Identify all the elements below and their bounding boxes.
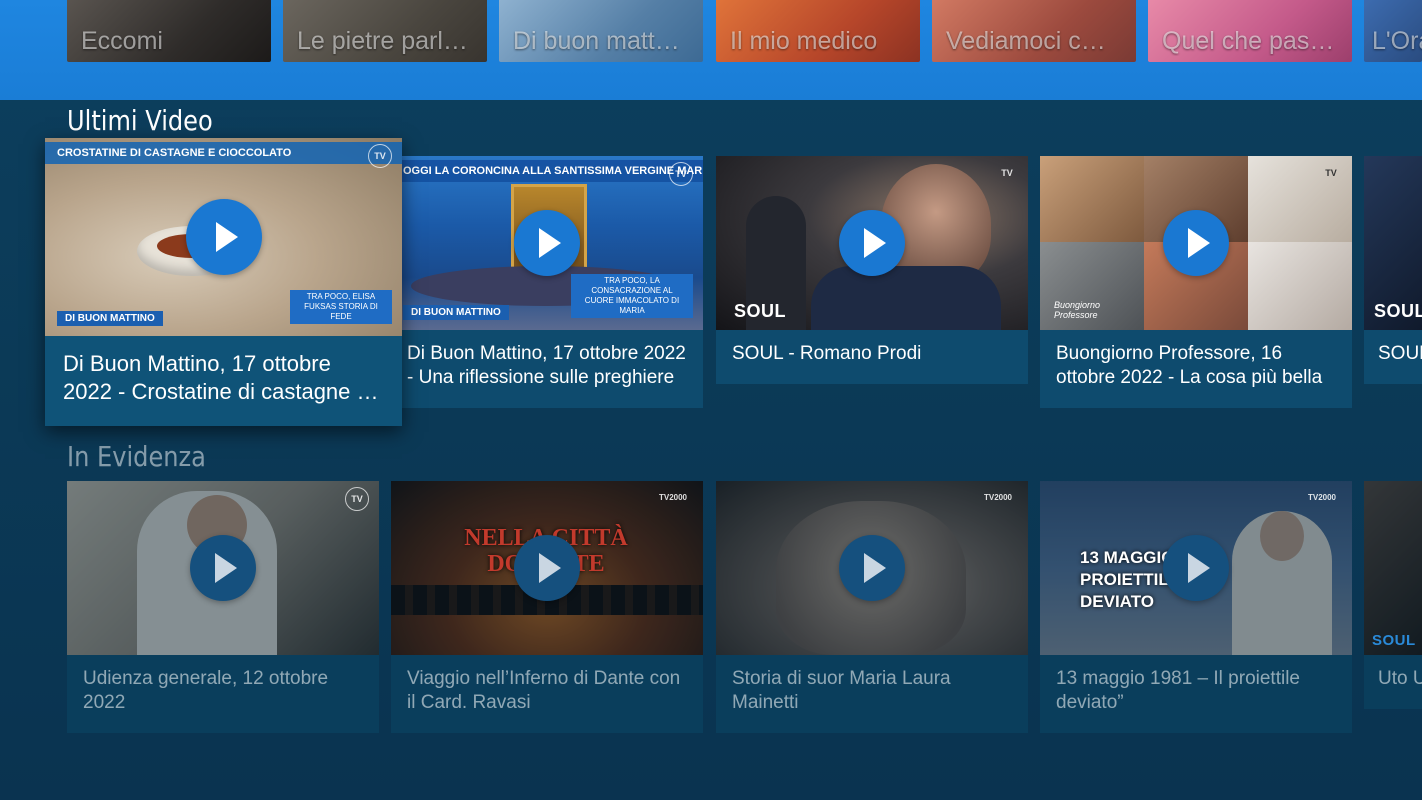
video-card-caption: Di Buon Mattino, 17 ottobre 2022 - Crost… (45, 336, 402, 426)
play-icon[interactable] (514, 535, 580, 601)
video-title: Viaggio nell’Inferno di Dante con il Car… (407, 668, 681, 713)
soul-logo: SOUL (1372, 632, 1416, 649)
tv2000-logo-icon: TV2000 (983, 493, 1013, 502)
play-icon[interactable] (839, 535, 905, 601)
john-paul-ii-image (1232, 511, 1332, 655)
video-call-tile (1248, 242, 1352, 330)
tv2000-logo-icon: TV2000 (658, 493, 688, 502)
video-card-featured-2[interactable]: NELLA CITTÀ DOLENTE TV2000 Viaggio nell’… (391, 481, 703, 733)
video-title: Buongiorno Professore, 16 ottobre 2022 -… (1056, 343, 1323, 388)
show-tile-label: Vediamoci c… (946, 27, 1106, 55)
video-card-caption: Buongiorno Professore, 16 ottobre 2022 -… (1040, 330, 1352, 408)
video-card-caption: SOUL - Romano Prodi (716, 330, 1028, 384)
video-card-latest-3[interactable]: TV SOUL SOUL - Romano Prodi (716, 156, 1028, 384)
show-tile-il-mio-medico[interactable]: Il mio medico (716, 0, 920, 62)
side-tag: TRA POCO, LA CONSACRAZIONE AL CUORE IMMA… (571, 274, 693, 318)
video-card-featured-4[interactable]: 13 MAGGIO PROIETTILE DEVIATO TV2000 13 m… (1040, 481, 1352, 733)
thumbnail-banner: CROSTATINE DI CASTAGNE E CIOCCOLATO (45, 142, 402, 164)
show-tile-vediamoci[interactable]: Vediamoci c… (932, 0, 1136, 62)
section-title-featured: In Evidenza (67, 440, 206, 473)
video-card-caption: Uto U (1364, 655, 1422, 709)
video-card-caption: Di Buon Mattino, 17 ottobre 2022 - Una r… (391, 330, 703, 408)
tv2000-logo-icon: TV (669, 162, 693, 186)
video-call-tile (1040, 156, 1144, 242)
side-tag: TRA POCO, ELISA FUKSAS STORIA DI FEDE (290, 290, 392, 324)
video-thumbnail: TV Buongiorno Professore (1040, 156, 1352, 330)
tv2000-logo-icon: TV (1325, 168, 1337, 178)
video-card-featured-5[interactable]: SOUL Uto U (1364, 481, 1422, 709)
video-card-caption: Viaggio nell’Inferno di Dante con il Car… (391, 655, 703, 733)
video-thumbnail: TV SOUL (716, 156, 1028, 330)
video-title: Udienza generale, 12 ottobre 2022 (83, 668, 329, 713)
show-tile-label: Di buon matt… (513, 27, 680, 55)
video-thumbnail: 13 MAGGIO PROIETTILE DEVIATO TV2000 (1040, 481, 1352, 655)
play-icon[interactable] (839, 210, 905, 276)
video-title: Di Buon Mattino, 17 ottobre 2022 - Crost… (63, 351, 369, 404)
program-tag: DI BUON MATTINO (403, 305, 509, 320)
program-tag: Buongiorno Professore (1054, 300, 1101, 320)
video-card-latest-2[interactable]: OGGI LA CORONCINA ALLA SANTISSIMA VERGIN… (391, 156, 703, 408)
show-tile-le-pietre-parlano[interactable]: Le pietre parl… (283, 0, 487, 62)
show-tile-di-buon-mattino[interactable]: Di buon matt… (499, 0, 703, 62)
tv2000-logo-icon: TV (368, 144, 392, 168)
john-paul-ii-face-image (1260, 511, 1304, 561)
video-title: Storia di suor Maria Laura Mainetti (732, 668, 951, 713)
video-title: SOUL (1378, 343, 1422, 364)
show-tile-quel-che-passa[interactable]: Quel che pas… (1148, 0, 1352, 62)
play-icon[interactable] (185, 199, 262, 275)
video-thumbnail: TV2000 (716, 481, 1028, 655)
section-title-latest: Ultimi Video (67, 104, 213, 137)
tv2000-logo-icon: TV2000 (1307, 493, 1337, 502)
video-card-caption: 13 maggio 1981 – Il proiettile deviato” (1040, 655, 1352, 733)
video-card-caption: Udienza generale, 12 ottobre 2022 (67, 655, 379, 733)
show-tile-eccomi[interactable]: Eccomi (67, 0, 271, 62)
video-thumbnail: SOUL (1364, 156, 1422, 330)
play-icon[interactable] (1163, 210, 1229, 276)
video-card-featured-3[interactable]: TV2000 Storia di suor Maria Laura Mainet… (716, 481, 1028, 733)
tv2000-logo-icon: TV (345, 487, 369, 511)
show-tile-label: Le pietre parl… (297, 27, 468, 55)
video-title: Uto U (1378, 668, 1422, 689)
video-card-latest-4[interactable]: TV Buongiorno Professore Buongiorno Prof… (1040, 156, 1352, 408)
show-tile-label: Quel che pas… (1162, 27, 1335, 55)
video-card-featured-1[interactable]: TV Udienza generale, 12 ottobre 2022 (67, 481, 379, 733)
thumbnail-banner: OGGI LA CORONCINA ALLA SANTISSIMA VERGIN… (391, 160, 703, 182)
show-tile-label: Il mio medico (730, 27, 878, 55)
program-tag: DI BUON MATTINO (57, 311, 163, 326)
show-tile-label: Eccomi (81, 27, 163, 55)
play-icon[interactable] (1163, 535, 1229, 601)
tv2000-logo-icon: TV (1001, 168, 1013, 178)
interviewee-suit-image (811, 266, 1001, 330)
video-card-caption: SOUL (1364, 330, 1422, 384)
video-thumbnail: CROSTATINE DI CASTAGNE E CIOCCOLATO TV D… (45, 138, 402, 336)
shows-carousel: Eccomi Le pietre parl… Di buon matt… Il … (0, 0, 1422, 100)
video-title: 13 maggio 1981 – Il proiettile deviato” (1056, 668, 1300, 713)
video-title: Di Buon Mattino, 17 ottobre 2022 - Una r… (407, 343, 686, 388)
video-card-latest-1[interactable]: CROSTATINE DI CASTAGNE E CIOCCOLATO TV D… (45, 138, 402, 426)
video-card-latest-5[interactable]: SOUL SOUL (1364, 156, 1422, 384)
video-card-caption: Storia di suor Maria Laura Mainetti (716, 655, 1028, 733)
soul-logo: SOUL (734, 301, 787, 321)
video-thumbnail: TV (67, 481, 379, 655)
play-icon[interactable] (190, 535, 256, 601)
soul-logo: SOUL (1374, 301, 1422, 321)
play-icon[interactable] (514, 210, 580, 276)
show-tile-l-ora[interactable]: L'Ora (1364, 0, 1422, 62)
video-title: SOUL - Romano Prodi (732, 343, 922, 364)
video-thumbnail: SOUL (1364, 481, 1422, 655)
show-tile-label: L'Ora (1372, 27, 1422, 55)
video-thumbnail: OGGI LA CORONCINA ALLA SANTISSIMA VERGIN… (391, 156, 703, 330)
video-thumbnail: NELLA CITTÀ DOLENTE TV2000 (391, 481, 703, 655)
